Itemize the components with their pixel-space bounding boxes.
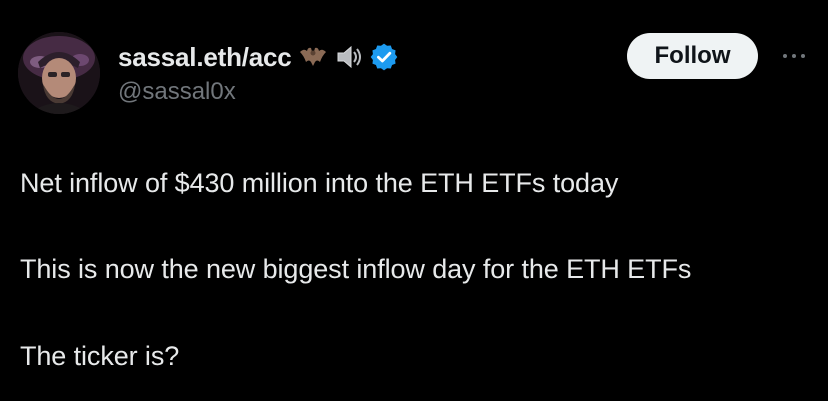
author-handle[interactable]: @sassal0x [118, 78, 236, 106]
tweet-text-line: Net inflow of $430 million into the ETH … [20, 168, 619, 198]
tweet-text-line: This is now the new biggest inflow day f… [20, 254, 692, 284]
follow-button[interactable]: Follow [627, 33, 758, 79]
tweet-card: sassal.eth/acc @sassal0x Follow Net infl… [0, 0, 828, 401]
tweet-text-line: The ticker is? [20, 341, 180, 371]
speaker-icon [334, 42, 364, 72]
more-options-button[interactable] [774, 42, 814, 70]
bat-icon [298, 42, 328, 72]
more-dots-icon [801, 54, 805, 58]
author-avatar[interactable] [18, 32, 100, 114]
author-name-row: sassal.eth/acc [118, 40, 398, 74]
avatar-image [18, 32, 100, 114]
more-dots-icon [783, 54, 787, 58]
author-display-name[interactable]: sassal.eth/acc [118, 42, 292, 73]
more-dots-icon [792, 54, 796, 58]
verified-badge-icon [370, 43, 398, 71]
